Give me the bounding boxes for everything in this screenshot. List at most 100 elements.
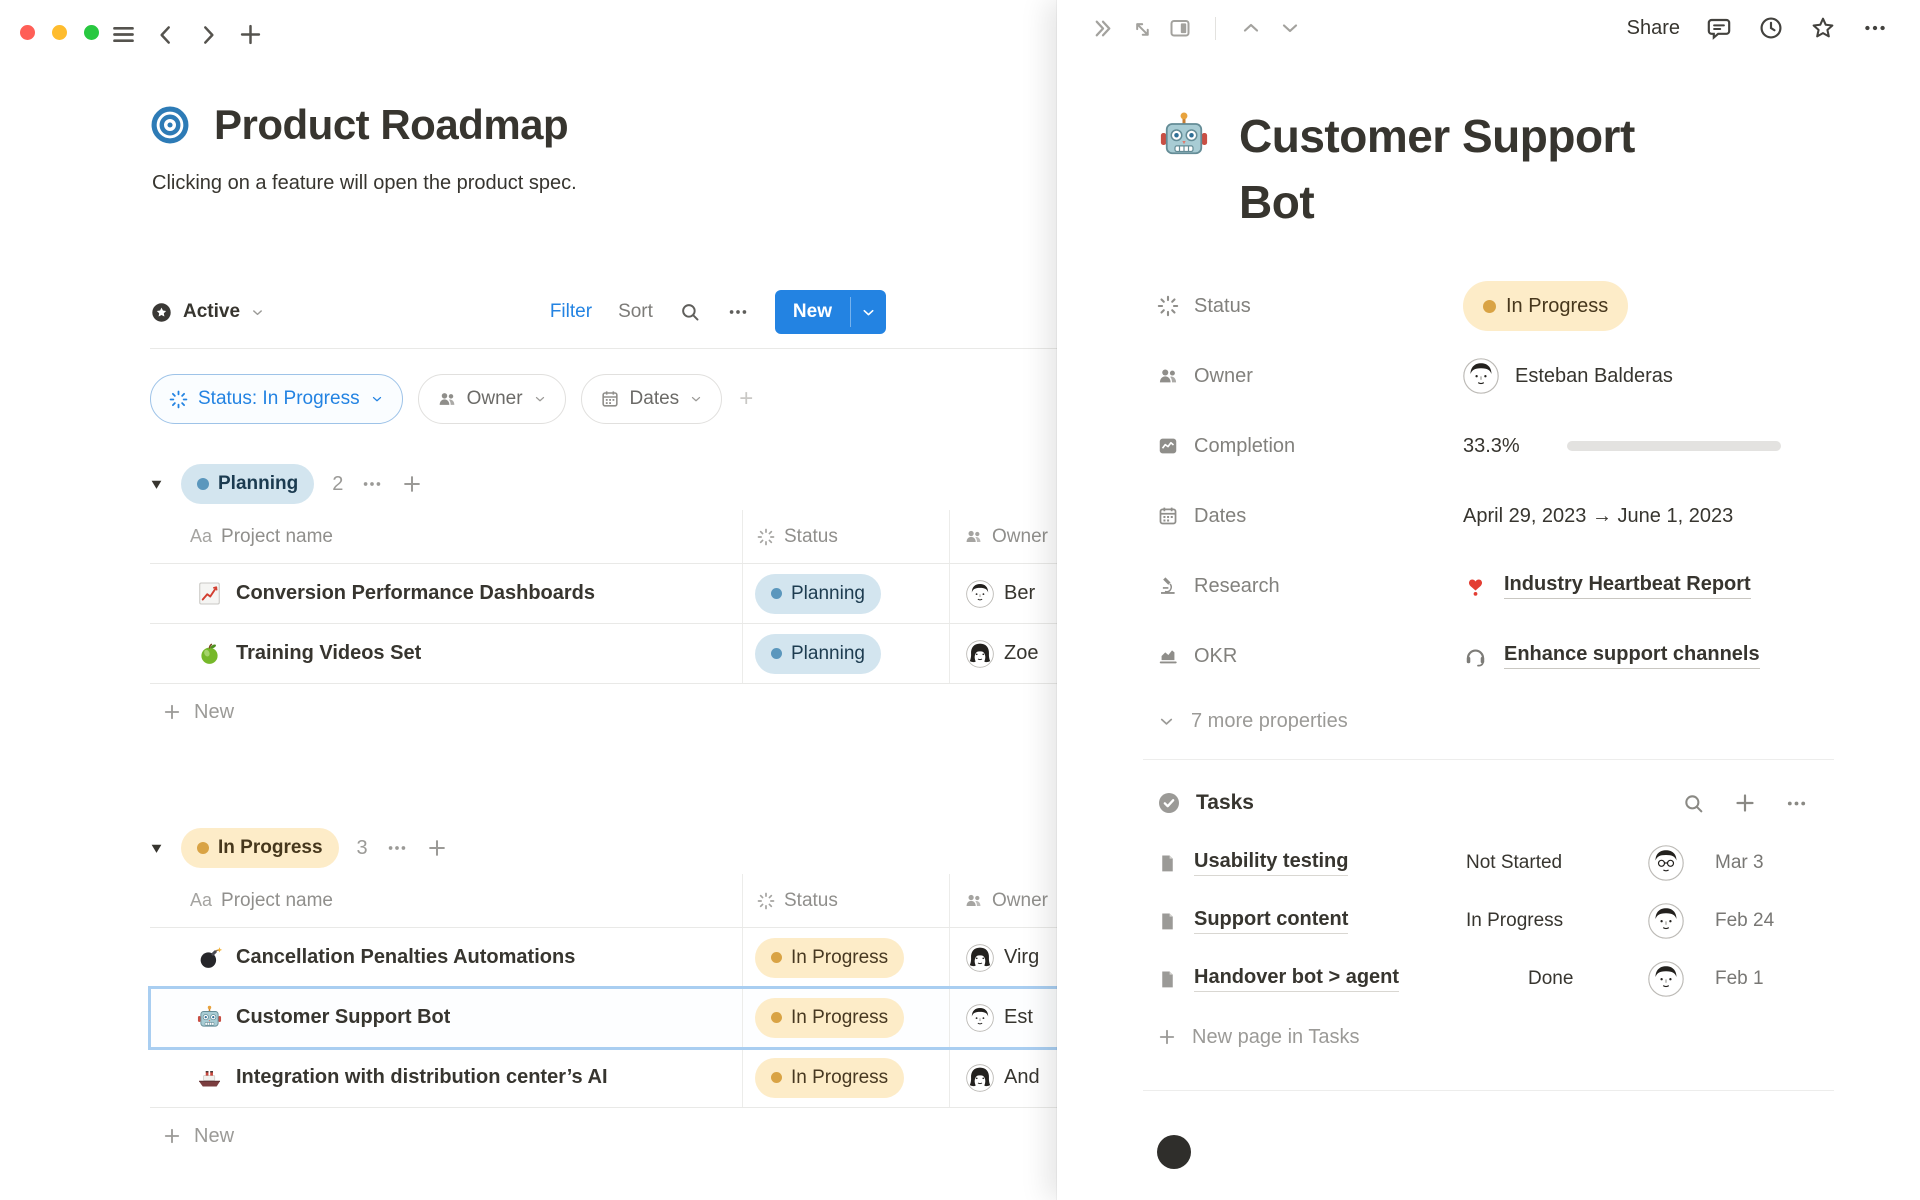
page-icon-robot[interactable] xyxy=(1157,109,1211,163)
comments-icon[interactable] xyxy=(1706,15,1732,41)
add-task-icon[interactable] xyxy=(1733,791,1757,815)
task-link[interactable]: Handover bot > agent xyxy=(1194,966,1399,992)
group-label-planning[interactable]: Planning xyxy=(181,464,314,504)
group-ellipsis-icon[interactable] xyxy=(386,837,408,859)
status-cell[interactable]: Planning xyxy=(742,624,949,683)
table-row[interactable]: Cancellation Penalties Automations In Pr… xyxy=(150,928,1080,988)
new-row-button[interactable]: New xyxy=(150,684,1080,740)
peek-page-title[interactable]: Customer Support Bot xyxy=(1239,103,1699,235)
add-filter-icon[interactable]: + xyxy=(739,385,753,413)
open-full-page-icon[interactable] xyxy=(1130,17,1153,40)
share-button[interactable]: Share xyxy=(1627,17,1680,40)
group-collapse-triangle[interactable] xyxy=(150,478,163,491)
view-tab-active[interactable]: Active xyxy=(150,301,265,324)
task-row[interactable]: Support content In Progress Feb 24 xyxy=(1157,892,1920,950)
chart-icon xyxy=(1157,435,1179,457)
project-link[interactable]: Integration with distribution center’s A… xyxy=(236,1066,608,1089)
previous-page-icon[interactable] xyxy=(1239,16,1263,40)
chevron-down-icon[interactable] xyxy=(860,304,877,321)
ellipsis-icon[interactable] xyxy=(1785,792,1808,815)
status-cell[interactable]: In Progress xyxy=(742,928,949,987)
project-link[interactable]: Conversion Performance Dashboards xyxy=(236,582,595,605)
divider xyxy=(1143,1090,1834,1091)
status-cell[interactable]: In Progress xyxy=(742,1048,949,1107)
new-tab-icon[interactable] xyxy=(237,21,264,48)
people-icon xyxy=(437,389,457,409)
property-label-research[interactable]: Research xyxy=(1157,575,1463,598)
column-header-status[interactable]: Status xyxy=(742,874,949,927)
ellipsis-icon[interactable] xyxy=(727,301,749,323)
search-icon[interactable] xyxy=(1682,792,1705,815)
favorite-star-icon[interactable] xyxy=(1810,15,1836,41)
new-row-button[interactable]: New xyxy=(150,1108,1080,1164)
project-link[interactable]: Training Videos Set xyxy=(236,642,421,665)
page-description[interactable]: Clicking on a feature will open the prod… xyxy=(152,172,577,195)
table-row-selected[interactable]: Customer Support Bot In Progress Est xyxy=(150,988,1080,1048)
sidebar-menu-icon[interactable] xyxy=(110,21,137,48)
group-label-in-progress[interactable]: In Progress xyxy=(181,828,339,868)
side-peek-mode-icon[interactable] xyxy=(1168,16,1192,40)
filter-button[interactable]: Filter xyxy=(550,301,592,323)
ellipsis-icon[interactable] xyxy=(1862,15,1888,41)
filter-chip-owner[interactable]: Owner xyxy=(418,374,566,424)
column-header-name[interactable]: AaProject name xyxy=(150,510,742,563)
more-properties-button[interactable]: 7 more properties xyxy=(1157,695,1920,747)
forward-icon[interactable] xyxy=(195,22,221,48)
filter-chip-status[interactable]: Status: In Progress xyxy=(150,374,403,424)
zoom-window-button[interactable] xyxy=(84,25,99,40)
task-link[interactable]: Support content xyxy=(1194,908,1348,934)
close-peek-icon[interactable] xyxy=(1090,16,1115,41)
new-task-button[interactable]: New page in Tasks xyxy=(1157,1008,1920,1066)
property-label-completion[interactable]: Completion xyxy=(1157,435,1463,458)
next-page-icon[interactable] xyxy=(1278,16,1302,40)
property-value-owner[interactable]: Esteban Balderas xyxy=(1463,358,1673,394)
column-header-status[interactable]: Status xyxy=(742,510,949,563)
avatar xyxy=(966,944,994,972)
property-label-owner[interactable]: Owner xyxy=(1157,365,1463,388)
status-cell[interactable]: Planning xyxy=(742,564,949,623)
project-link[interactable]: Cancellation Penalties Automations xyxy=(236,946,575,969)
table-row[interactable]: Integration with distribution center’s A… xyxy=(150,1048,1080,1108)
filter-chip-dates[interactable]: Dates xyxy=(581,374,723,424)
task-status-chip[interactable]: In Progress xyxy=(1428,899,1581,943)
tasks-section-title[interactable]: Tasks xyxy=(1196,791,1254,815)
chart-increasing-emoji xyxy=(196,580,223,607)
property-value-research[interactable]: Industry Heartbeat Report xyxy=(1463,573,1751,599)
avatar xyxy=(966,640,994,668)
close-window-button[interactable] xyxy=(20,25,35,40)
updates-clock-icon[interactable] xyxy=(1758,15,1784,41)
task-date[interactable]: Feb 1 xyxy=(1700,968,1920,990)
task-status-chip[interactable]: Not Started xyxy=(1428,841,1580,885)
group-add-icon[interactable] xyxy=(401,473,423,495)
new-button[interactable]: New xyxy=(775,290,886,334)
relation-link[interactable]: Industry Heartbeat Report xyxy=(1504,573,1751,599)
property-value-status[interactable]: In Progress xyxy=(1463,281,1628,331)
task-date[interactable]: Mar 3 xyxy=(1700,852,1920,874)
page-icon-target[interactable] xyxy=(150,105,190,145)
task-status-chip[interactable]: Done xyxy=(1490,957,1591,1001)
page-title[interactable]: Product Roadmap xyxy=(214,101,568,149)
group-ellipsis-icon[interactable] xyxy=(361,473,383,495)
status-cell[interactable]: In Progress xyxy=(742,988,949,1047)
search-icon[interactable] xyxy=(679,301,701,323)
column-header-name[interactable]: AaProject name xyxy=(150,874,742,927)
property-label-okr[interactable]: OKR xyxy=(1157,645,1463,668)
task-row[interactable]: Handover bot > agent Done Feb 1 xyxy=(1157,950,1920,1008)
back-icon[interactable] xyxy=(153,22,179,48)
relation-link[interactable]: Enhance support channels xyxy=(1504,643,1760,669)
property-label-dates[interactable]: Dates xyxy=(1157,505,1463,528)
task-date[interactable]: Feb 24 xyxy=(1700,910,1920,932)
property-value-okr[interactable]: Enhance support channels xyxy=(1463,643,1760,669)
table-row[interactable]: Conversion Performance Dashboards Planni… xyxy=(150,564,1080,624)
group-collapse-triangle[interactable] xyxy=(150,842,163,855)
sort-button[interactable]: Sort xyxy=(618,301,653,323)
group-add-icon[interactable] xyxy=(426,837,448,859)
task-link[interactable]: Usability testing xyxy=(1194,850,1348,876)
property-value-completion: 33.3% xyxy=(1463,435,1781,458)
task-row[interactable]: Usability testing Not Started Mar 3 xyxy=(1157,834,1920,892)
table-row[interactable]: Training Videos Set Planning Zoe xyxy=(150,624,1080,684)
minimize-window-button[interactable] xyxy=(52,25,67,40)
project-link[interactable]: Customer Support Bot xyxy=(236,1006,450,1029)
property-value-dates[interactable]: April 29, 2023 → June 1, 2023 xyxy=(1463,505,1733,528)
property-label-status[interactable]: Status xyxy=(1157,295,1463,318)
